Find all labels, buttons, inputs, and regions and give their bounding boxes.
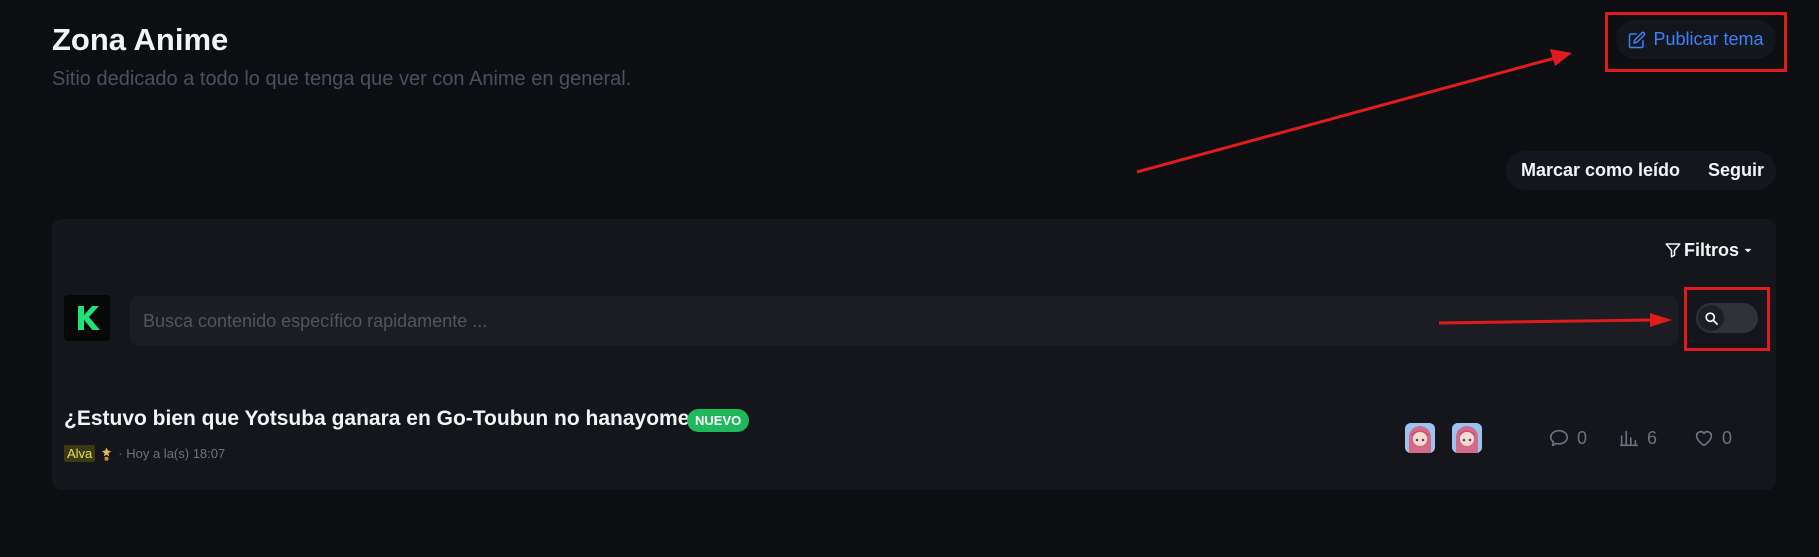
annotation-arrow-publish <box>1136 56 1556 174</box>
annotation-arrows <box>1136 49 1672 327</box>
annotation-arrowhead-search <box>1650 313 1672 327</box>
annotation-arrowhead-publish <box>1550 49 1572 66</box>
annotation-arrow-search <box>1438 318 1653 325</box>
